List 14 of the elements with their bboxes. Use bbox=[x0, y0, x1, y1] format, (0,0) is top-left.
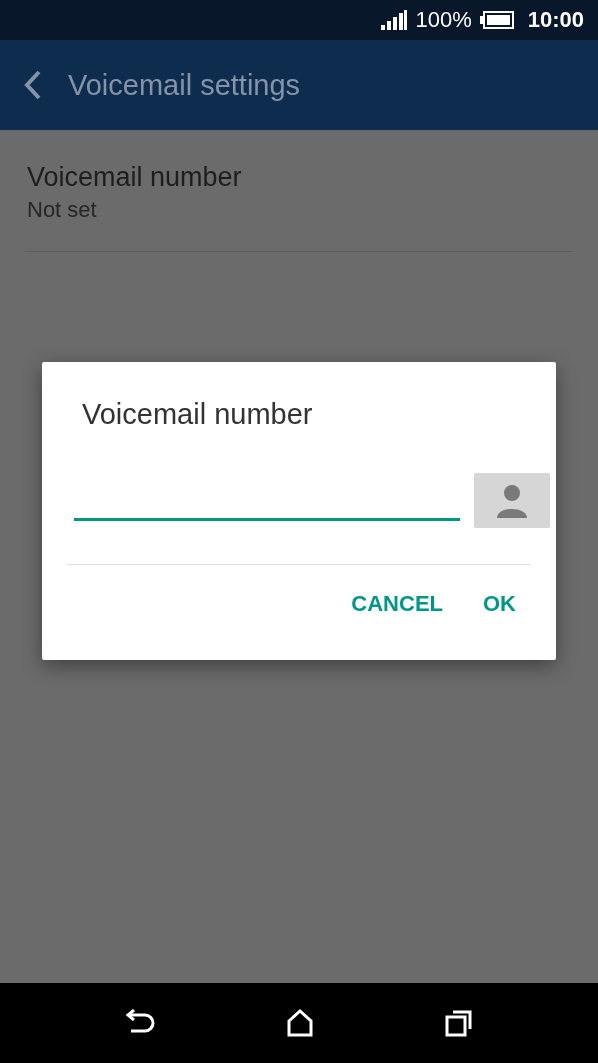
person-icon bbox=[496, 483, 528, 518]
signal-icon bbox=[381, 10, 408, 30]
dialog-button[interactable]: OK bbox=[467, 581, 532, 627]
battery-percent: 100% bbox=[415, 7, 472, 33]
screen-title: Voicemail settings bbox=[68, 68, 301, 102]
setting-summary: Not set bbox=[27, 197, 98, 223]
contact-picker-button[interactable] bbox=[474, 473, 550, 528]
clock: 10:00 bbox=[527, 7, 584, 33]
battery-icon bbox=[479, 11, 514, 29]
dialog-title: Voicemail number bbox=[81, 397, 314, 431]
dialog-button[interactable]: CANCEL bbox=[335, 581, 459, 627]
setting-title[interactable]: Voicemail number bbox=[27, 162, 571, 193]
recents-icon[interactable] bbox=[444, 1009, 473, 1037]
home-icon[interactable] bbox=[286, 1009, 314, 1037]
